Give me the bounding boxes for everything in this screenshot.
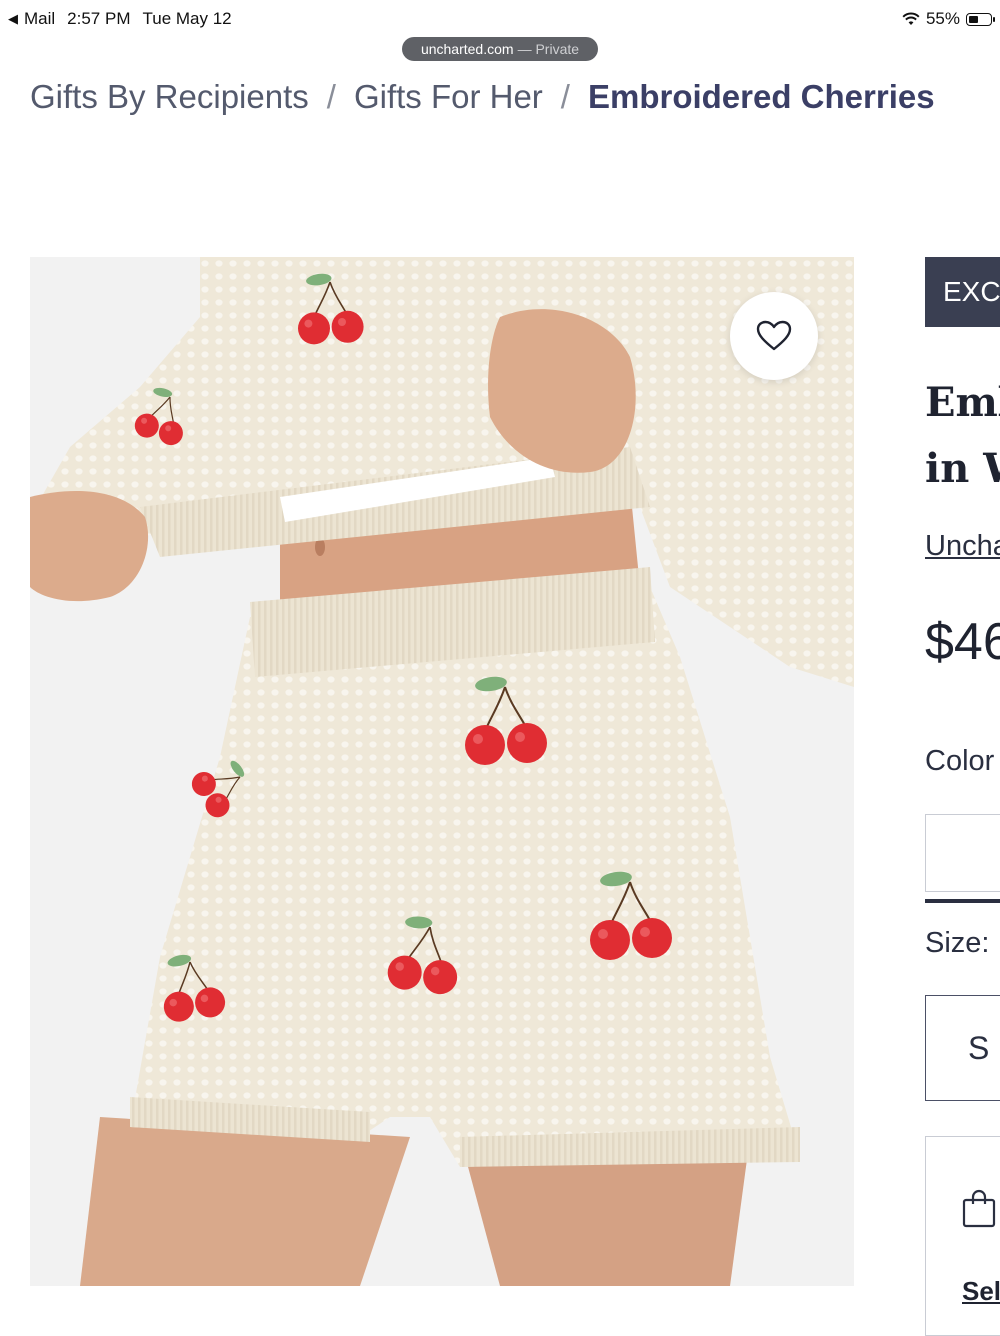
breadcrumb: Gifts By Recipients / Gifts For Her / Em… (30, 78, 935, 116)
product-title-line2: in W (925, 445, 1000, 492)
back-app-label[interactable]: Mail (24, 9, 55, 29)
size-label: Size: (925, 927, 990, 959)
exclusive-badge: EXC (925, 257, 1000, 327)
status-time: 2:57 PM (67, 9, 131, 28)
back-arrow-icon[interactable]: ◀ (8, 11, 18, 27)
url-text: uncharted.com (420, 41, 514, 57)
status-left: ◀ Mail 2:57 PM Tue May 12 (8, 9, 232, 29)
product-title: Emb in W (925, 370, 1000, 502)
brand-link[interactable]: Uncha (925, 530, 1000, 563)
swatch-selected-indicator (925, 899, 1000, 903)
status-right: 55% (902, 9, 995, 29)
breadcrumb-separator: / (560, 78, 570, 115)
wifi-icon (902, 12, 920, 25)
breadcrumb-item-recipients[interactable]: Gifts By Recipients (30, 78, 309, 116)
product-image[interactable] (30, 257, 854, 1286)
battery-percent: 55% (925, 9, 960, 28)
shopping-bag-icon (962, 1189, 996, 1228)
color-label: Color (925, 745, 995, 777)
breadcrumb-item-current: Embroidered Cherries (587, 78, 935, 115)
product-price: $46 (925, 613, 1000, 671)
heart-icon (756, 320, 792, 351)
favorite-button[interactable] (730, 292, 818, 380)
url-pill[interactable]: uncharted.com — Private (402, 37, 598, 61)
color-swatch[interactable] (925, 814, 1000, 892)
breadcrumb-item-gifts-for-her[interactable]: Gifts For Her (354, 78, 543, 116)
size-option-s[interactable]: S (925, 995, 1000, 1101)
breadcrumb-separator: / (326, 78, 336, 115)
private-mode-label: — Private (517, 41, 580, 57)
product-title-line1: Emb (925, 379, 1000, 426)
battery-icon (966, 12, 995, 26)
status-date: Tue May 12 (142, 9, 232, 28)
product-photo-illustration (30, 257, 854, 1286)
status-bar: ◀ Mail 2:57 PM Tue May 12 55% (0, 0, 1000, 40)
select-size-link[interactable]: Sel (962, 1276, 1000, 1307)
